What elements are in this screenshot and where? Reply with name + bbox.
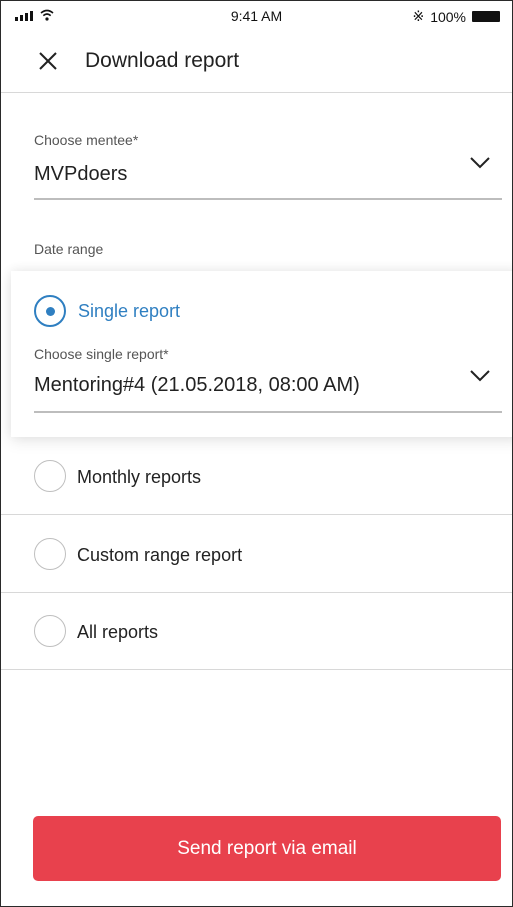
radio-single-report[interactable] [34,295,66,327]
radio-row-all[interactable]: All reports [1,593,512,670]
send-report-button[interactable]: Send report via email [33,816,501,881]
mentee-underline [34,198,502,200]
battery-icon [472,11,500,22]
radio-label-monthly: Monthly reports [77,467,202,487]
radio-row-custom-range[interactable]: Custom range report [1,516,512,593]
radio-monthly-reports[interactable] [34,460,66,492]
radio-label-single-report[interactable]: Single report [78,301,180,322]
single-report-value: Mentoring#4 (21.05.2018, 08:00 AM) [34,374,360,396]
battery-percent: 100% [430,8,466,25]
status-right: ※ 100% [412,8,500,25]
single-report-label: Choose single report* [34,346,169,362]
page-title: Download report [85,49,240,72]
chevron-down-icon [470,157,490,169]
mentee-label: Choose mentee* [34,132,139,148]
bluetooth-icon: ※ [412,8,425,24]
radio-custom-range-report[interactable] [34,538,66,570]
radio-label-custom-range: Custom range report [77,545,243,565]
close-icon[interactable] [35,48,61,74]
phone-screen: 9:41 AM ※ 100% Download report Choose me… [0,0,513,907]
mentee-value: MVPdoers [34,163,128,185]
status-bar: 9:41 AM ※ 100% [1,1,512,31]
chevron-down-icon [470,370,490,382]
header: Download report [1,31,512,93]
single-report-card: Single report Choose single report* Ment… [11,271,512,437]
single-report-underline [34,411,502,413]
radio-all-reports[interactable] [34,615,66,647]
date-range-label: Date range [34,241,104,257]
radio-label-all: All reports [77,622,159,642]
radio-row-monthly[interactable]: Monthly reports [1,438,512,515]
